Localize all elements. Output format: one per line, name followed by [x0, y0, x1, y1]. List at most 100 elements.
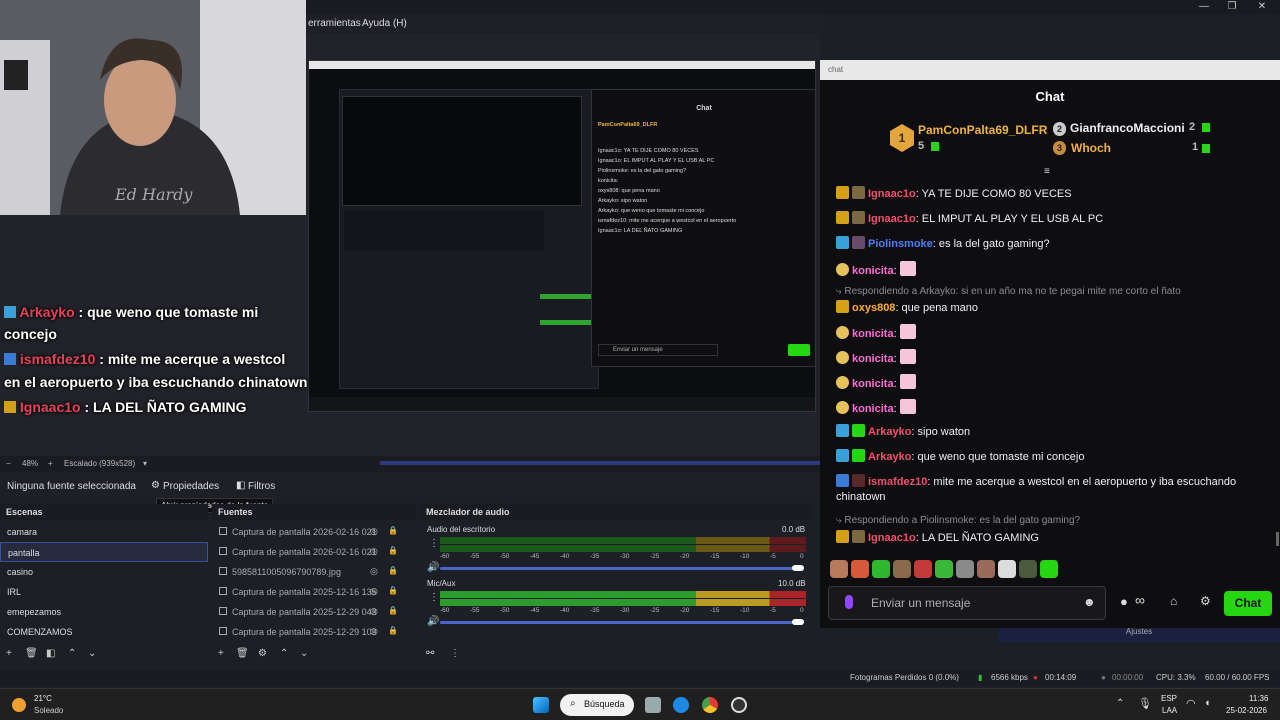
- volume-slider-knob[interactable]: [792, 565, 804, 571]
- more-icon[interactable]: ⋮: [450, 648, 460, 659]
- scene-item[interactable]: casino: [0, 562, 208, 582]
- emote-icon[interactable]: [1040, 560, 1058, 578]
- maximize-icon[interactable]: ❐: [1216, 0, 1248, 14]
- source-item[interactable]: Captura de pantalla 2026-02-16 021 ◎ 🔒: [212, 522, 416, 542]
- filter-icon[interactable]: ◧: [236, 480, 245, 491]
- chat-username[interactable]: Arkayko: [868, 426, 911, 438]
- mic-tray-icon[interactable]: 🎙: [1138, 697, 1152, 710]
- zoom-in-icon[interactable]: +: [48, 459, 53, 468]
- lock-icon[interactable]: 🔒: [388, 606, 398, 615]
- emote-icon[interactable]: [998, 560, 1016, 578]
- source-item[interactable]: 5985811005096790789.jpg ◎ 🔒: [212, 562, 416, 582]
- chat-username[interactable]: ismafdez10: [868, 476, 927, 488]
- emote-icon[interactable]: [956, 560, 974, 578]
- speaker-icon[interactable]: 🔊: [427, 616, 439, 627]
- lang-label-2[interactable]: LAA: [1162, 706, 1177, 715]
- chat-username[interactable]: konicita: [852, 353, 894, 365]
- lock-icon[interactable]: 🔒: [388, 546, 398, 555]
- scene-item-selected[interactable]: pantalla: [0, 542, 208, 562]
- emote-icon[interactable]: [935, 560, 953, 578]
- close-icon[interactable]: ✕: [1246, 0, 1278, 14]
- visibility-icon[interactable]: ◎: [370, 546, 378, 557]
- chat-username[interactable]: konicita: [852, 403, 894, 415]
- trash-icon[interactable]: 🗑: [25, 648, 38, 659]
- speaker-icon[interactable]: 🔊: [427, 562, 439, 573]
- scrollbar-thumb[interactable]: [1276, 532, 1279, 546]
- obs-icon[interactable]: [731, 697, 747, 713]
- chat-username[interactable]: konicita: [852, 378, 894, 390]
- volume-slider-knob[interactable]: [792, 619, 804, 625]
- source-item[interactable]: Captura de pantalla 2026-02-16 021 ◎ 🔒: [212, 542, 416, 562]
- menu-tools[interactable]: erramientas: [308, 18, 361, 29]
- zoom-scale[interactable]: Escalado (939x528): [64, 459, 135, 468]
- chat-username[interactable]: konicita: [852, 328, 894, 340]
- source-item[interactable]: Captura de pantalla 2025-12-29 103 ◎ 🔒: [212, 622, 416, 642]
- lock-icon[interactable]: 🔒: [388, 586, 398, 595]
- weather-desc[interactable]: Soleado: [34, 706, 63, 715]
- menu-help[interactable]: Ayuda (H): [362, 18, 407, 29]
- taskbar-search[interactable]: ⌕ Búsqueda: [560, 694, 634, 716]
- chat-message-input[interactable]: Enviar un mensaje ☻: [828, 586, 1106, 620]
- chevron-down-icon[interactable]: ▾: [143, 459, 147, 468]
- visibility-icon[interactable]: ◎: [370, 626, 378, 637]
- settings-strip[interactable]: Ajustes: [998, 628, 1280, 642]
- chat-username[interactable]: konicita: [852, 265, 894, 277]
- move-down-icon[interactable]: ⌄: [300, 648, 308, 659]
- gear-icon[interactable]: ⚙: [151, 480, 160, 491]
- volume-slider[interactable]: [440, 621, 798, 624]
- scene-item[interactable]: IRL: [0, 582, 208, 602]
- filters-button[interactable]: Filtros: [248, 481, 275, 492]
- emote-icon[interactable]: [914, 560, 932, 578]
- visibility-icon[interactable]: ◎: [370, 566, 378, 577]
- zoom-out-icon[interactable]: −: [6, 459, 11, 468]
- expand-icon[interactable]: ≡: [1044, 166, 1050, 177]
- chat-username[interactable]: Piolinsmoke: [868, 238, 933, 250]
- move-up-icon[interactable]: ⌃: [68, 648, 76, 659]
- filter-icon[interactable]: ◧: [46, 648, 55, 659]
- mic-icon[interactable]: [845, 595, 853, 609]
- chrome-icon[interactable]: [702, 697, 718, 713]
- chat-username[interactable]: Ignaac1o: [868, 188, 916, 200]
- chat-send-button[interactable]: Chat: [1224, 591, 1272, 616]
- chat-username[interactable]: Ignaac1o: [868, 213, 916, 225]
- volume-icon[interactable]: ◖: [1204, 697, 1211, 709]
- move-down-icon[interactable]: ⌄: [88, 648, 96, 659]
- scene-item[interactable]: emepezamos: [0, 602, 208, 622]
- edge-icon[interactable]: [673, 697, 689, 713]
- more-icon[interactable]: ⋮: [429, 538, 439, 549]
- clock-time[interactable]: 11:36: [1249, 694, 1268, 703]
- lock-icon[interactable]: 🔒: [388, 526, 398, 535]
- weather-sun-icon[interactable]: [12, 698, 26, 712]
- add-source-icon[interactable]: +: [218, 648, 224, 659]
- visibility-icon[interactable]: ◎: [370, 586, 378, 597]
- task-view-icon[interactable]: [645, 697, 661, 713]
- zoom-percent[interactable]: 48%: [22, 459, 38, 468]
- gear-icon[interactable]: ⚙: [258, 648, 267, 659]
- chat-username[interactable]: Ignaac1o: [868, 532, 916, 544]
- more-icon[interactable]: ⋮: [429, 592, 439, 603]
- lock-icon[interactable]: 🔒: [388, 566, 398, 575]
- source-item[interactable]: Captura de pantalla 2025-12-29 043 ◎ 🔒: [212, 602, 416, 622]
- move-up-icon[interactable]: ⌃: [280, 648, 288, 659]
- emote-icon[interactable]: [893, 560, 911, 578]
- clock-date[interactable]: 25-02-2026: [1226, 706, 1267, 715]
- volume-slider[interactable]: [440, 567, 798, 570]
- add-scene-icon[interactable]: +: [6, 648, 12, 659]
- gift-icon[interactable]: ⌂: [1170, 594, 1177, 608]
- chat-username[interactable]: oxys808: [852, 302, 895, 314]
- visibility-icon[interactable]: ◎: [370, 606, 378, 617]
- windows-start-icon[interactable]: [533, 697, 549, 713]
- trash-icon[interactable]: 🗑: [236, 648, 249, 659]
- emote-icon[interactable]: [872, 560, 890, 578]
- lang-label[interactable]: ESP: [1161, 694, 1177, 703]
- link-icon[interactable]: ⚯: [426, 648, 434, 659]
- emoji-icon[interactable]: ☻: [1083, 595, 1096, 609]
- tray-chevron-icon[interactable]: ⌃: [1116, 698, 1124, 709]
- emote-icon[interactable]: [851, 560, 869, 578]
- scene-item[interactable]: COMENZAMOS: [0, 622, 208, 642]
- visibility-icon[interactable]: ◎: [370, 526, 378, 537]
- emote-icon[interactable]: [1019, 560, 1037, 578]
- emote-icon[interactable]: [977, 560, 995, 578]
- weather-temp[interactable]: 21°C: [34, 694, 52, 703]
- infinity-label[interactable]: ∞: [1135, 592, 1145, 608]
